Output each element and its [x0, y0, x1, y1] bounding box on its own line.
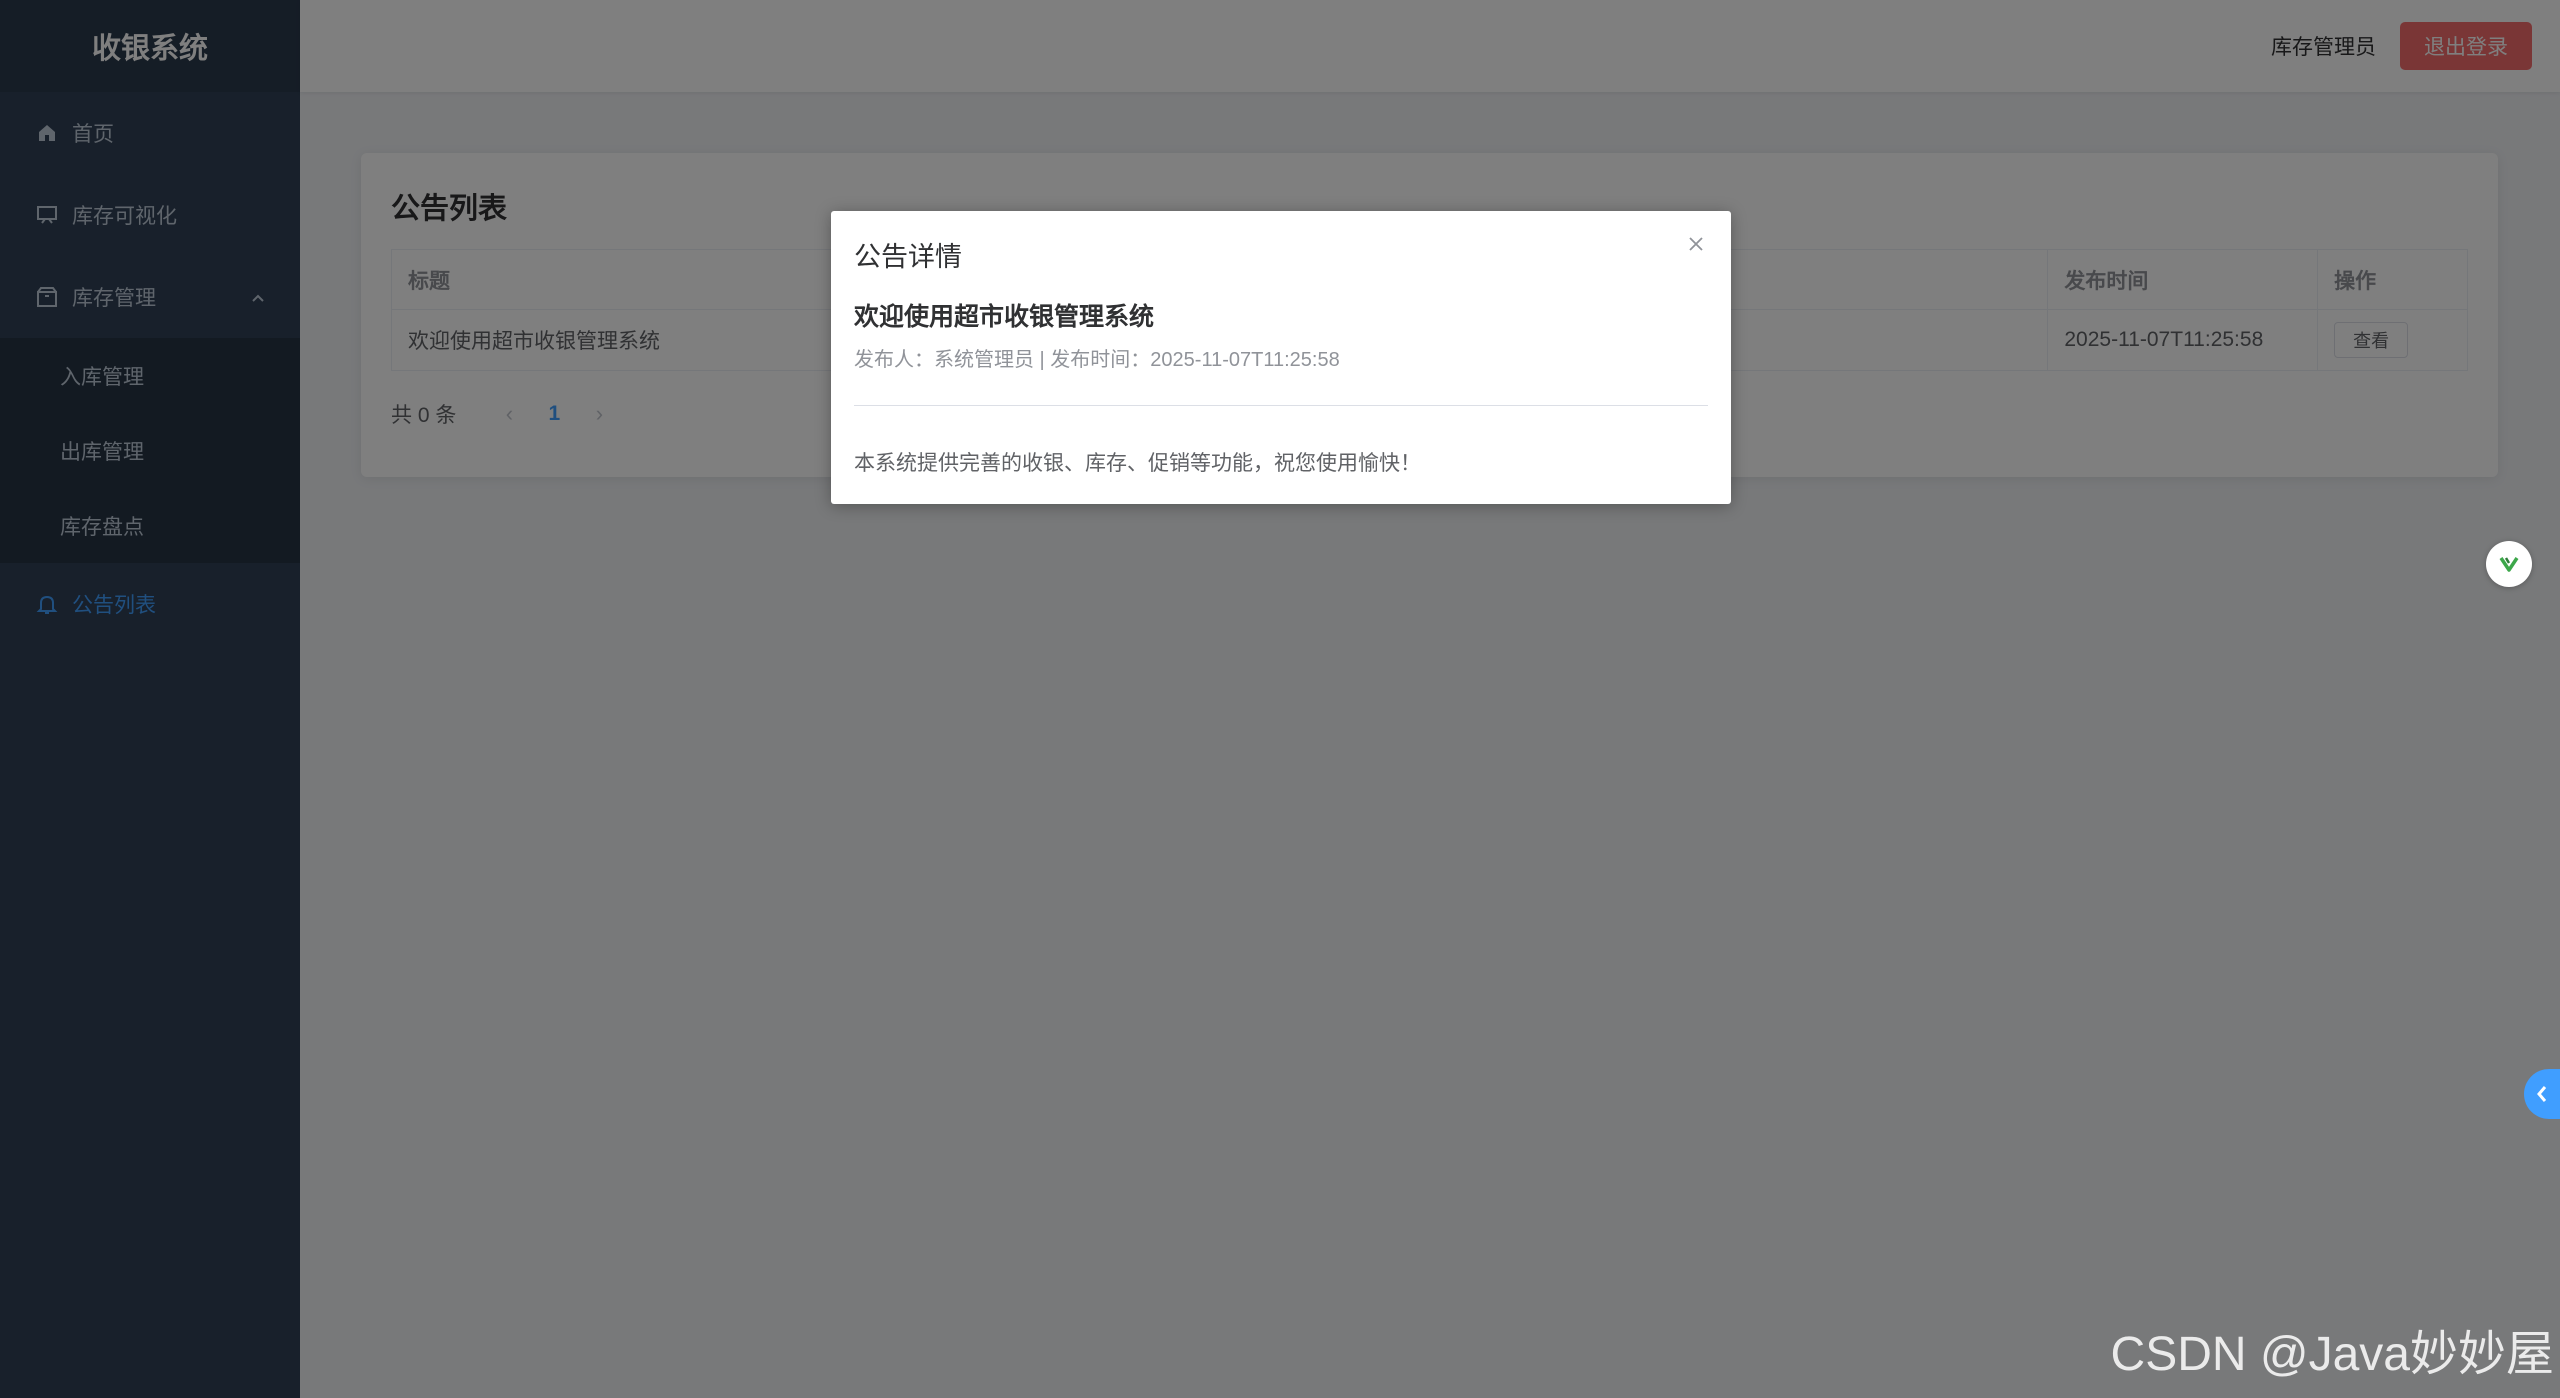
- notice-meta: 发布人：系统管理员 | 发布时间：2025-11-07T11:25:58: [854, 349, 1340, 371]
- app-root: 收银系统 首页 库存可视化 库存管理 入库管理 出库管理: [0, 0, 2560, 1398]
- notice-content: 本系统提供完善的收银、库存、促销等功能，祝您使用愉快！: [854, 452, 1421, 475]
- modal-overlay[interactable]: [0, 0, 2560, 1398]
- dialog-title: 公告详情: [854, 242, 962, 272]
- close-icon[interactable]: [1681, 229, 1711, 259]
- notice-title: 欢迎使用超市收银管理系统: [854, 303, 1155, 331]
- floating-assistant-icon[interactable]: [2486, 541, 2532, 587]
- announcement-detail-dialog: 公告详情 欢迎使用超市收银管理系统 发布人：系统管理员 | 发布时间：2025-…: [831, 211, 1731, 504]
- divider: [854, 405, 1708, 406]
- watermark: CSDN @Java妙妙屋: [2110, 1328, 2554, 1381]
- chevron-left-icon: [2537, 1086, 2547, 1102]
